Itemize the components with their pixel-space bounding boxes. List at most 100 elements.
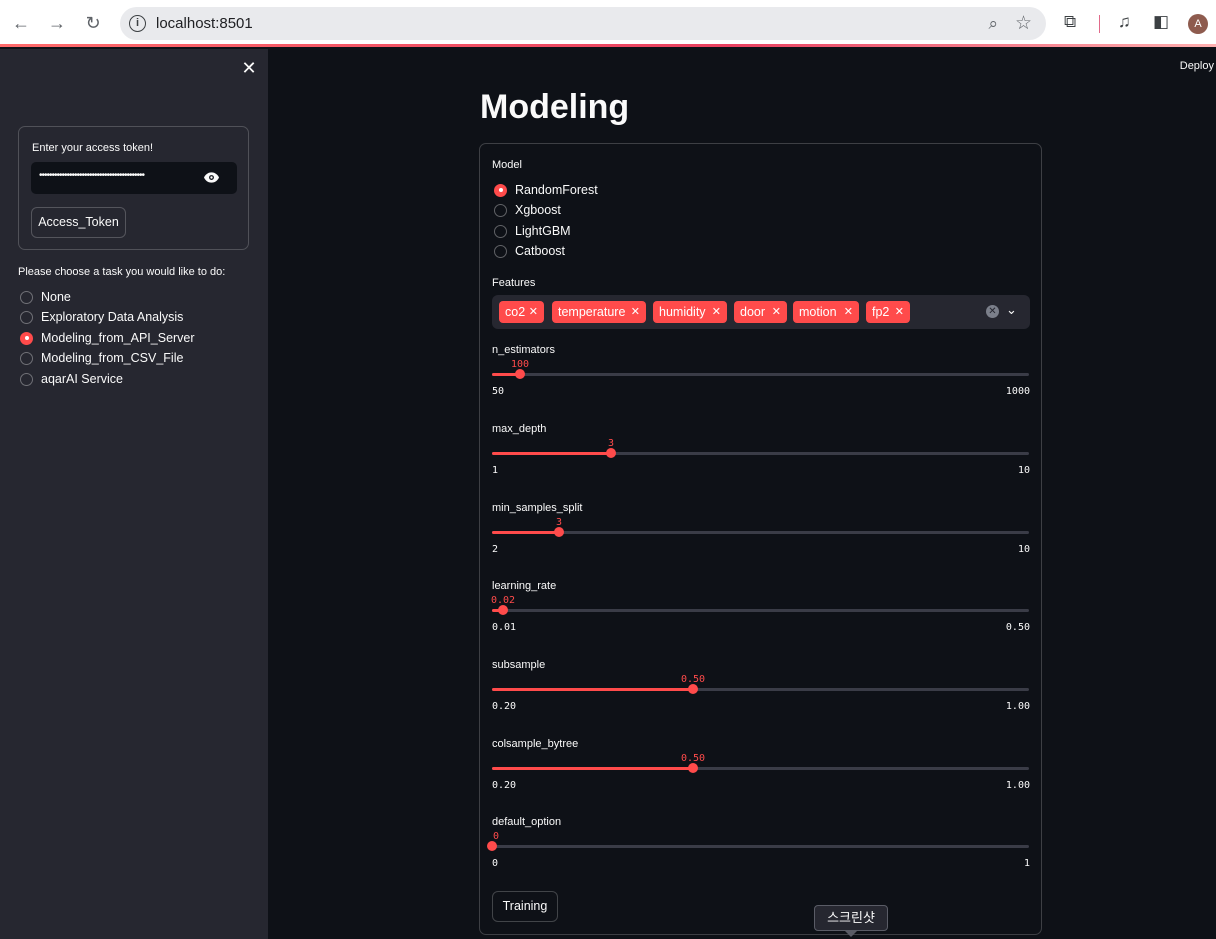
remove-tag-icon[interactable]: ✕ [844,301,853,323]
feature-tag-label: motion [799,305,837,319]
chevron-down-icon[interactable]: ⌄ [1006,302,1017,318]
slider-thumb[interactable] [487,841,497,851]
radio-catboost[interactable] [494,244,507,258]
task-option-aqarai[interactable]: aqarAI Service [20,370,123,388]
remove-tag-icon[interactable]: ✕ [895,301,904,323]
task-option-csv-file[interactable]: Modeling_from_CSV_File [20,349,183,367]
slider-thumb[interactable] [498,605,508,615]
browser-toolbar: ← → ↻ i localhost:8501 ⌕ ☆ ⧉ ♫ ◧ A [0,0,1216,47]
slider-label: colsample_bytree [492,738,579,750]
extensions-icon[interactable]: ⧉ [1064,12,1076,32]
radio-none[interactable] [20,290,33,304]
radio-lightgbm[interactable] [494,224,507,238]
slider-min: 0.20 [492,701,517,712]
slider-thumb[interactable] [688,684,698,694]
media-control-icon[interactable]: ♫ [1118,12,1131,32]
feature-tag[interactable]: motion ✕ [793,301,859,323]
slider-track[interactable] [492,369,1029,379]
feature-tag[interactable]: co2 ✕ [499,301,544,323]
side-panel-icon[interactable]: ◧ [1153,12,1169,32]
slider-max: 1.00 [1005,780,1030,791]
reload-icon[interactable]: ↻ [82,12,104,34]
slider-track[interactable] [492,605,1029,615]
task-option-api-server[interactable]: Modeling_from_API_Server [20,329,195,347]
model-option-xgboost[interactable]: Xgboost [494,201,561,219]
back-icon[interactable]: ← [10,12,32,34]
feature-tag[interactable]: temperature ✕ [552,301,646,323]
slider-fill [492,452,611,455]
token-value: ••••••••••••••••••••••••••••••••••••••••… [39,170,145,181]
remove-tag-icon[interactable]: ✕ [529,301,538,323]
task-option-label: Modeling_from_API_Server [41,331,195,345]
slider-thumb[interactable] [515,369,525,379]
feature-tag[interactable]: humidity ✕ [653,301,727,323]
feature-tag-label: co2 [505,305,526,319]
slider-thumb[interactable] [554,527,564,537]
task-option-label: aqarAI Service [41,372,123,386]
slider-value: 0 [492,831,500,842]
slider-thumb[interactable] [688,763,698,773]
model-option-catboost[interactable]: Catboost [494,242,565,260]
profile-avatar[interactable]: A [1188,14,1208,34]
slider-label: subsample [492,659,546,671]
radio-aqarai[interactable] [20,372,33,386]
task-option-label: Exploratory Data Analysis [41,310,184,324]
forward-icon[interactable]: → [46,12,68,34]
task-option-none[interactable]: None [20,288,71,306]
task-option-label: Modeling_from_CSV_File [41,351,184,365]
model-option-lightgbm[interactable]: LightGBM [494,222,571,240]
training-button[interactable]: Training [492,891,558,922]
bookmark-star-icon[interactable]: ☆ [1015,12,1032,35]
slider-min: 1 [492,465,499,476]
slider-track[interactable] [492,448,1029,458]
model-option-label: RandomForest [515,183,598,197]
radio-xgboost[interactable] [494,203,507,217]
feature-tag[interactable]: door ✕ [734,301,787,323]
slider-min: 0.20 [492,780,517,791]
slider-track[interactable] [492,763,1029,773]
page-load-bar [0,44,1216,47]
token-password-field[interactable]: ••••••••••••••••••••••••••••••••••••••••… [31,162,237,194]
slider-max: 1.00 [1005,701,1030,712]
radio-api-server-selected[interactable] [20,331,33,345]
features-multiselect[interactable]: co2 ✕ temperature ✕ humidity ✕ door ✕ motion… [492,295,1030,329]
slider-thumb[interactable] [606,448,616,458]
task-question-label: Please choose a task you would like to d… [18,266,226,278]
slider-track[interactable] [492,527,1029,537]
slider-label: min_samples_split [492,502,583,514]
model-option-label: Xgboost [515,203,561,217]
model-option-randomforest[interactable]: RandomForest [494,181,598,199]
access-token-button[interactable]: Access_Token [31,207,126,238]
close-sidebar-icon[interactable]: ✕ [241,59,257,77]
address-bar[interactable]: i localhost:8501 ⌕ ☆ [120,7,1046,40]
radio-randomforest-selected[interactable] [494,183,507,197]
feature-tag-label: temperature [558,305,626,319]
slider-track[interactable] [492,684,1029,694]
slider-label: n_estimators [492,344,555,356]
remove-tag-icon[interactable]: ✕ [712,301,721,323]
screenshot-tooltip: 스크린샷 [814,905,888,937]
feature-tag-label: humidity [659,305,706,319]
feature-tag[interactable]: fp2 ✕ [866,301,910,323]
deploy-button[interactable]: Deploy [1180,60,1214,72]
page-title: Modeling [480,88,630,126]
feature-tag-label: door [740,305,766,319]
sidebar: ✕ Enter your access token! •••••••••••••… [0,49,268,939]
site-info-icon[interactable]: i [129,15,146,32]
url-text: localhost:8501 [156,15,253,32]
slider-max: 1000 [1005,386,1030,397]
task-option-eda[interactable]: Exploratory Data Analysis [20,308,183,326]
modeling-form: Model RandomForest Xgboost LightGBM Catb… [479,143,1042,935]
radio-eda[interactable] [20,310,33,324]
show-password-eye-icon[interactable] [204,172,219,183]
slider-min: 2 [492,544,499,555]
model-option-label: LightGBM [515,224,571,238]
radio-csv-file[interactable] [20,351,33,365]
remove-tag-icon[interactable]: ✕ [631,301,640,323]
remove-tag-icon[interactable]: ✕ [772,301,781,323]
clear-all-icon[interactable]: ✕ [986,305,999,318]
toolbar-divider [1099,15,1100,33]
slider-track[interactable] [487,841,1029,851]
zoom-icon[interactable]: ⌕ [988,14,998,34]
slider-max: 10 [1017,465,1030,476]
